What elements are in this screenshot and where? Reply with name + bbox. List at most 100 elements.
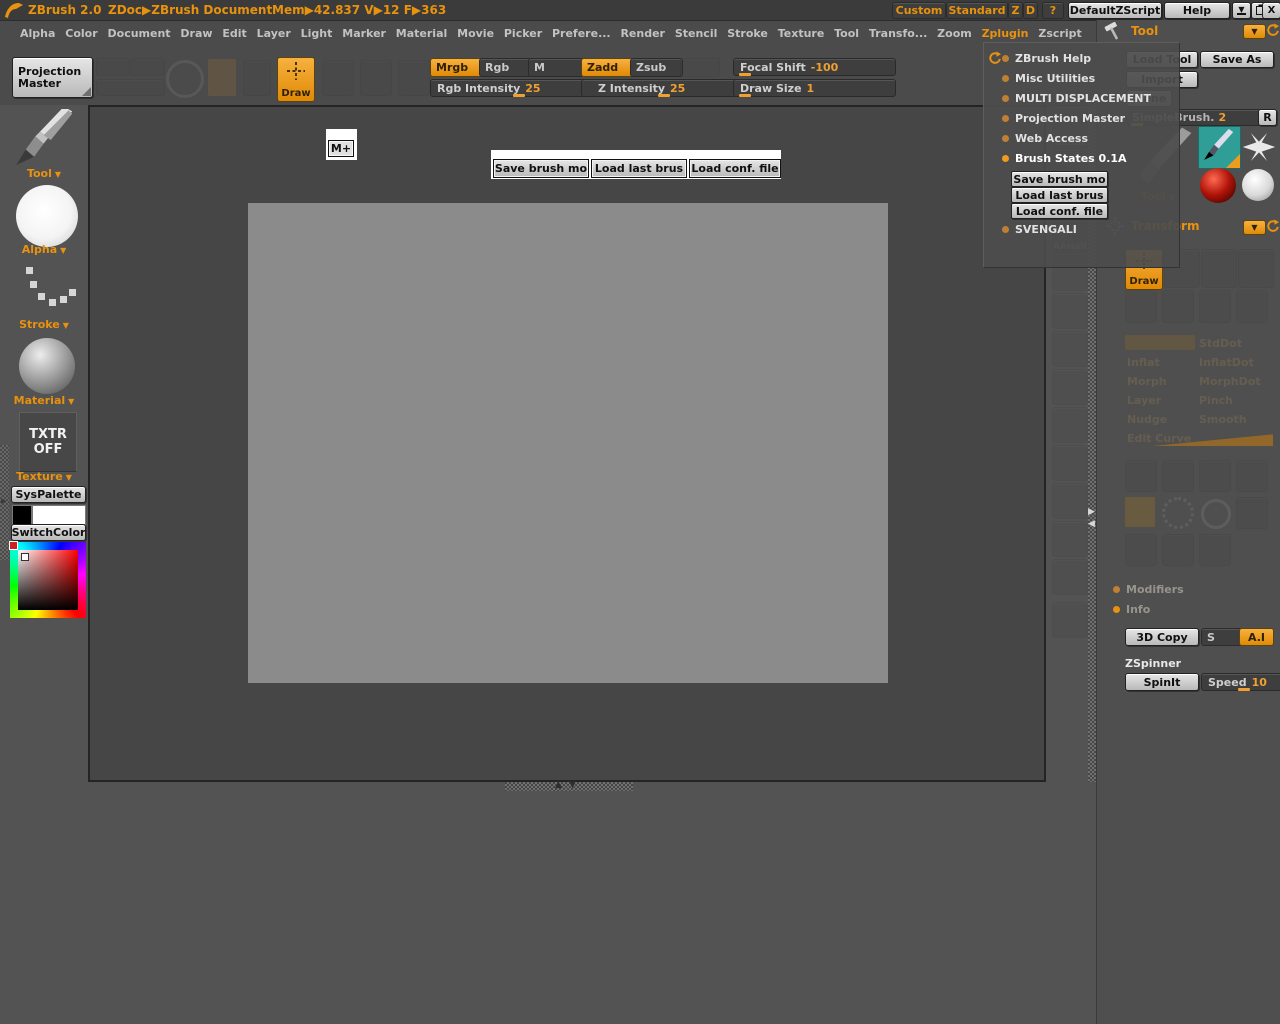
menu-light[interactable]: Light xyxy=(301,27,333,40)
zplugin-item-svengali[interactable]: SVENGALI xyxy=(1002,223,1077,236)
s-label: S xyxy=(1207,631,1215,644)
info-section-header[interactable]: Info xyxy=(1113,603,1150,616)
3d-copy-button[interactable]: 3D Copy xyxy=(1125,628,1199,646)
material-palette-label[interactable]: Material▼ xyxy=(0,394,88,407)
menu-marker[interactable]: Marker xyxy=(342,27,386,40)
alpha-palette-label[interactable]: Alpha▼ xyxy=(0,243,88,256)
menu-zscript[interactable]: Zscript xyxy=(1038,27,1081,40)
speed-slider[interactable]: Speed 10 xyxy=(1201,673,1280,691)
help-button[interactable]: Help xyxy=(1164,2,1230,19)
minimize-button[interactable]: ▼ xyxy=(1232,2,1251,19)
current-texture-thumbnail[interactable]: TXTR OFF xyxy=(19,412,77,472)
save-brush-mode-button[interactable]: Save brush mo xyxy=(1011,171,1108,187)
zplugin-item-projection-master[interactable]: Projection Master xyxy=(1002,112,1125,125)
zplugin-reset-icon[interactable] xyxy=(988,51,1002,65)
secondary-color-swatch[interactable] xyxy=(32,505,86,525)
m-button[interactable]: M xyxy=(528,58,584,77)
load-last-note-button[interactable]: Load last brus xyxy=(591,159,687,178)
save-brush-note-button[interactable]: Save brush mo xyxy=(493,159,589,178)
menu-color[interactable]: Color xyxy=(65,27,97,40)
transform-reset-icon[interactable] xyxy=(1266,219,1280,233)
menu-alpha[interactable]: Alpha xyxy=(20,27,55,40)
menu-stencil[interactable]: Stencil xyxy=(675,27,718,40)
menu-preferences[interactable]: Prefere... xyxy=(552,27,611,40)
menu-edit[interactable]: Edit xyxy=(222,27,246,40)
focal-shift-slider[interactable]: Focal Shift -100 xyxy=(733,58,896,76)
menu-layer[interactable]: Layer xyxy=(257,27,291,40)
main-color-swatch[interactable] xyxy=(12,505,32,525)
d-button[interactable]: D xyxy=(1023,2,1038,19)
current-stroke-thumbnail[interactable] xyxy=(18,263,74,315)
menu-stroke[interactable]: Stroke xyxy=(727,27,768,40)
current-material-thumbnail[interactable] xyxy=(19,338,75,394)
white-sphere-tool-thumbnail[interactable] xyxy=(1242,169,1274,201)
s-slider[interactable]: S xyxy=(1201,628,1242,646)
menu-material[interactable]: Material xyxy=(396,27,447,40)
modifiers-section-header[interactable]: Modifiers xyxy=(1113,583,1184,596)
spinit-button[interactable]: SpinIt xyxy=(1125,673,1199,691)
zplugin-item-brush-states[interactable]: Brush States 0.1A xyxy=(1002,152,1127,165)
menu-draw[interactable]: Draw xyxy=(180,27,212,40)
load-conf-file-button[interactable]: Load conf. file xyxy=(1011,203,1108,219)
note-button-strip: Save brush mo Load last brus Load conf. … xyxy=(491,150,781,179)
menu-document[interactable]: Document xyxy=(108,27,171,40)
z-button[interactable]: Z xyxy=(1008,2,1023,19)
rgb-intensity-slider[interactable]: Rgb Intensity 25 xyxy=(430,79,591,97)
bottom-tray-divider[interactable]: ▲ ▼ xyxy=(505,782,633,791)
menu-texture[interactable]: Texture xyxy=(778,27,825,40)
tool-panel-reset-icon[interactable] xyxy=(1266,23,1280,37)
menu-tool[interactable]: Tool xyxy=(834,27,859,40)
zplugin-item-web-access[interactable]: Web Access xyxy=(1002,132,1088,145)
current-tool-thumbnail[interactable] xyxy=(10,109,82,171)
r-button[interactable]: R xyxy=(1258,109,1277,126)
z-intensity-slider[interactable]: Z Intensity 25 xyxy=(581,79,753,97)
menu-movie[interactable]: Movie xyxy=(457,27,494,40)
m-plus-widget: M+ xyxy=(326,129,357,160)
current-alpha-thumbnail[interactable] xyxy=(16,185,78,247)
custom-interface-button[interactable]: Custom xyxy=(892,2,946,19)
save-as-button[interactable]: Save As xyxy=(1200,51,1274,68)
modifiers-label: Modifiers xyxy=(1126,583,1184,596)
zplugin-item-multi-displacement[interactable]: MULTI DISPLACEMENT xyxy=(1002,92,1151,105)
zsub-button[interactable]: Zsub xyxy=(630,58,683,77)
standard-interface-button[interactable]: Standard xyxy=(946,2,1008,19)
tool-palette-label[interactable]: Tool▼ xyxy=(0,167,88,180)
canvas-active-area[interactable] xyxy=(248,203,888,683)
star-tool-thumbnail[interactable] xyxy=(1241,127,1277,167)
tool-panel-collapse-button[interactable]: ▼ xyxy=(1243,24,1266,39)
help-question-button[interactable]: ? xyxy=(1042,2,1064,19)
save-brush-mode-label: Save brush mo xyxy=(1013,173,1105,186)
document-canvas[interactable]: M+ Save brush mo Load last brus Load con… xyxy=(88,105,1046,782)
mrgb-button[interactable]: Mrgb xyxy=(430,58,483,77)
draw-size-slider[interactable]: Draw Size 1 xyxy=(733,79,896,97)
menu-zoom[interactable]: Zoom xyxy=(937,27,972,40)
texture-palette-label[interactable]: Texture▼ xyxy=(0,470,88,483)
menu-picker[interactable]: Picker xyxy=(504,27,542,40)
transform-collapse-button[interactable]: ▼ xyxy=(1243,220,1266,235)
memory-status: Mem▶42.837 V▶12 F▶363 xyxy=(272,3,446,17)
default-zscript-button[interactable]: DefaultZScript xyxy=(1068,2,1162,19)
load-last-brush-button[interactable]: Load last brus xyxy=(1011,187,1108,203)
zadd-button[interactable]: Zadd xyxy=(581,58,634,77)
syspalette-button[interactable]: SysPalette xyxy=(11,486,86,503)
app-title: ZBrush 2.0 xyxy=(28,3,101,17)
m-plus-button[interactable]: M+ xyxy=(328,140,354,157)
menu-zplugin[interactable]: Zplugin xyxy=(982,27,1029,40)
zplugin-item-misc-utilities[interactable]: Misc Utilities xyxy=(1002,72,1095,85)
ai-button[interactable]: A.I xyxy=(1239,628,1274,646)
switchcolor-button[interactable]: SwitchColor xyxy=(11,524,86,541)
load-conf-note-button[interactable]: Load conf. file xyxy=(689,159,781,178)
3d-copy-label: 3D Copy xyxy=(1136,631,1187,644)
stroke-palette-label[interactable]: Stroke▼ xyxy=(0,318,88,331)
selected-brush-thumbnail[interactable] xyxy=(1198,126,1241,169)
zplugin-item-zbrush-help[interactable]: ZBrush Help xyxy=(1002,52,1091,65)
rgb-button[interactable]: Rgb xyxy=(479,58,532,77)
menu-render[interactable]: Render xyxy=(620,27,665,40)
color-picker[interactable] xyxy=(10,542,86,618)
projection-master-button[interactable]: Projection Master xyxy=(12,57,93,98)
red-sphere-tool-thumbnail[interactable] xyxy=(1200,168,1236,203)
close-button[interactable]: X xyxy=(1262,2,1280,19)
draw-pointer-button[interactable]: Draw xyxy=(277,57,315,102)
menu-transform[interactable]: Transfo... xyxy=(869,27,927,40)
left-tray-divider[interactable]: ▶ xyxy=(0,445,9,560)
